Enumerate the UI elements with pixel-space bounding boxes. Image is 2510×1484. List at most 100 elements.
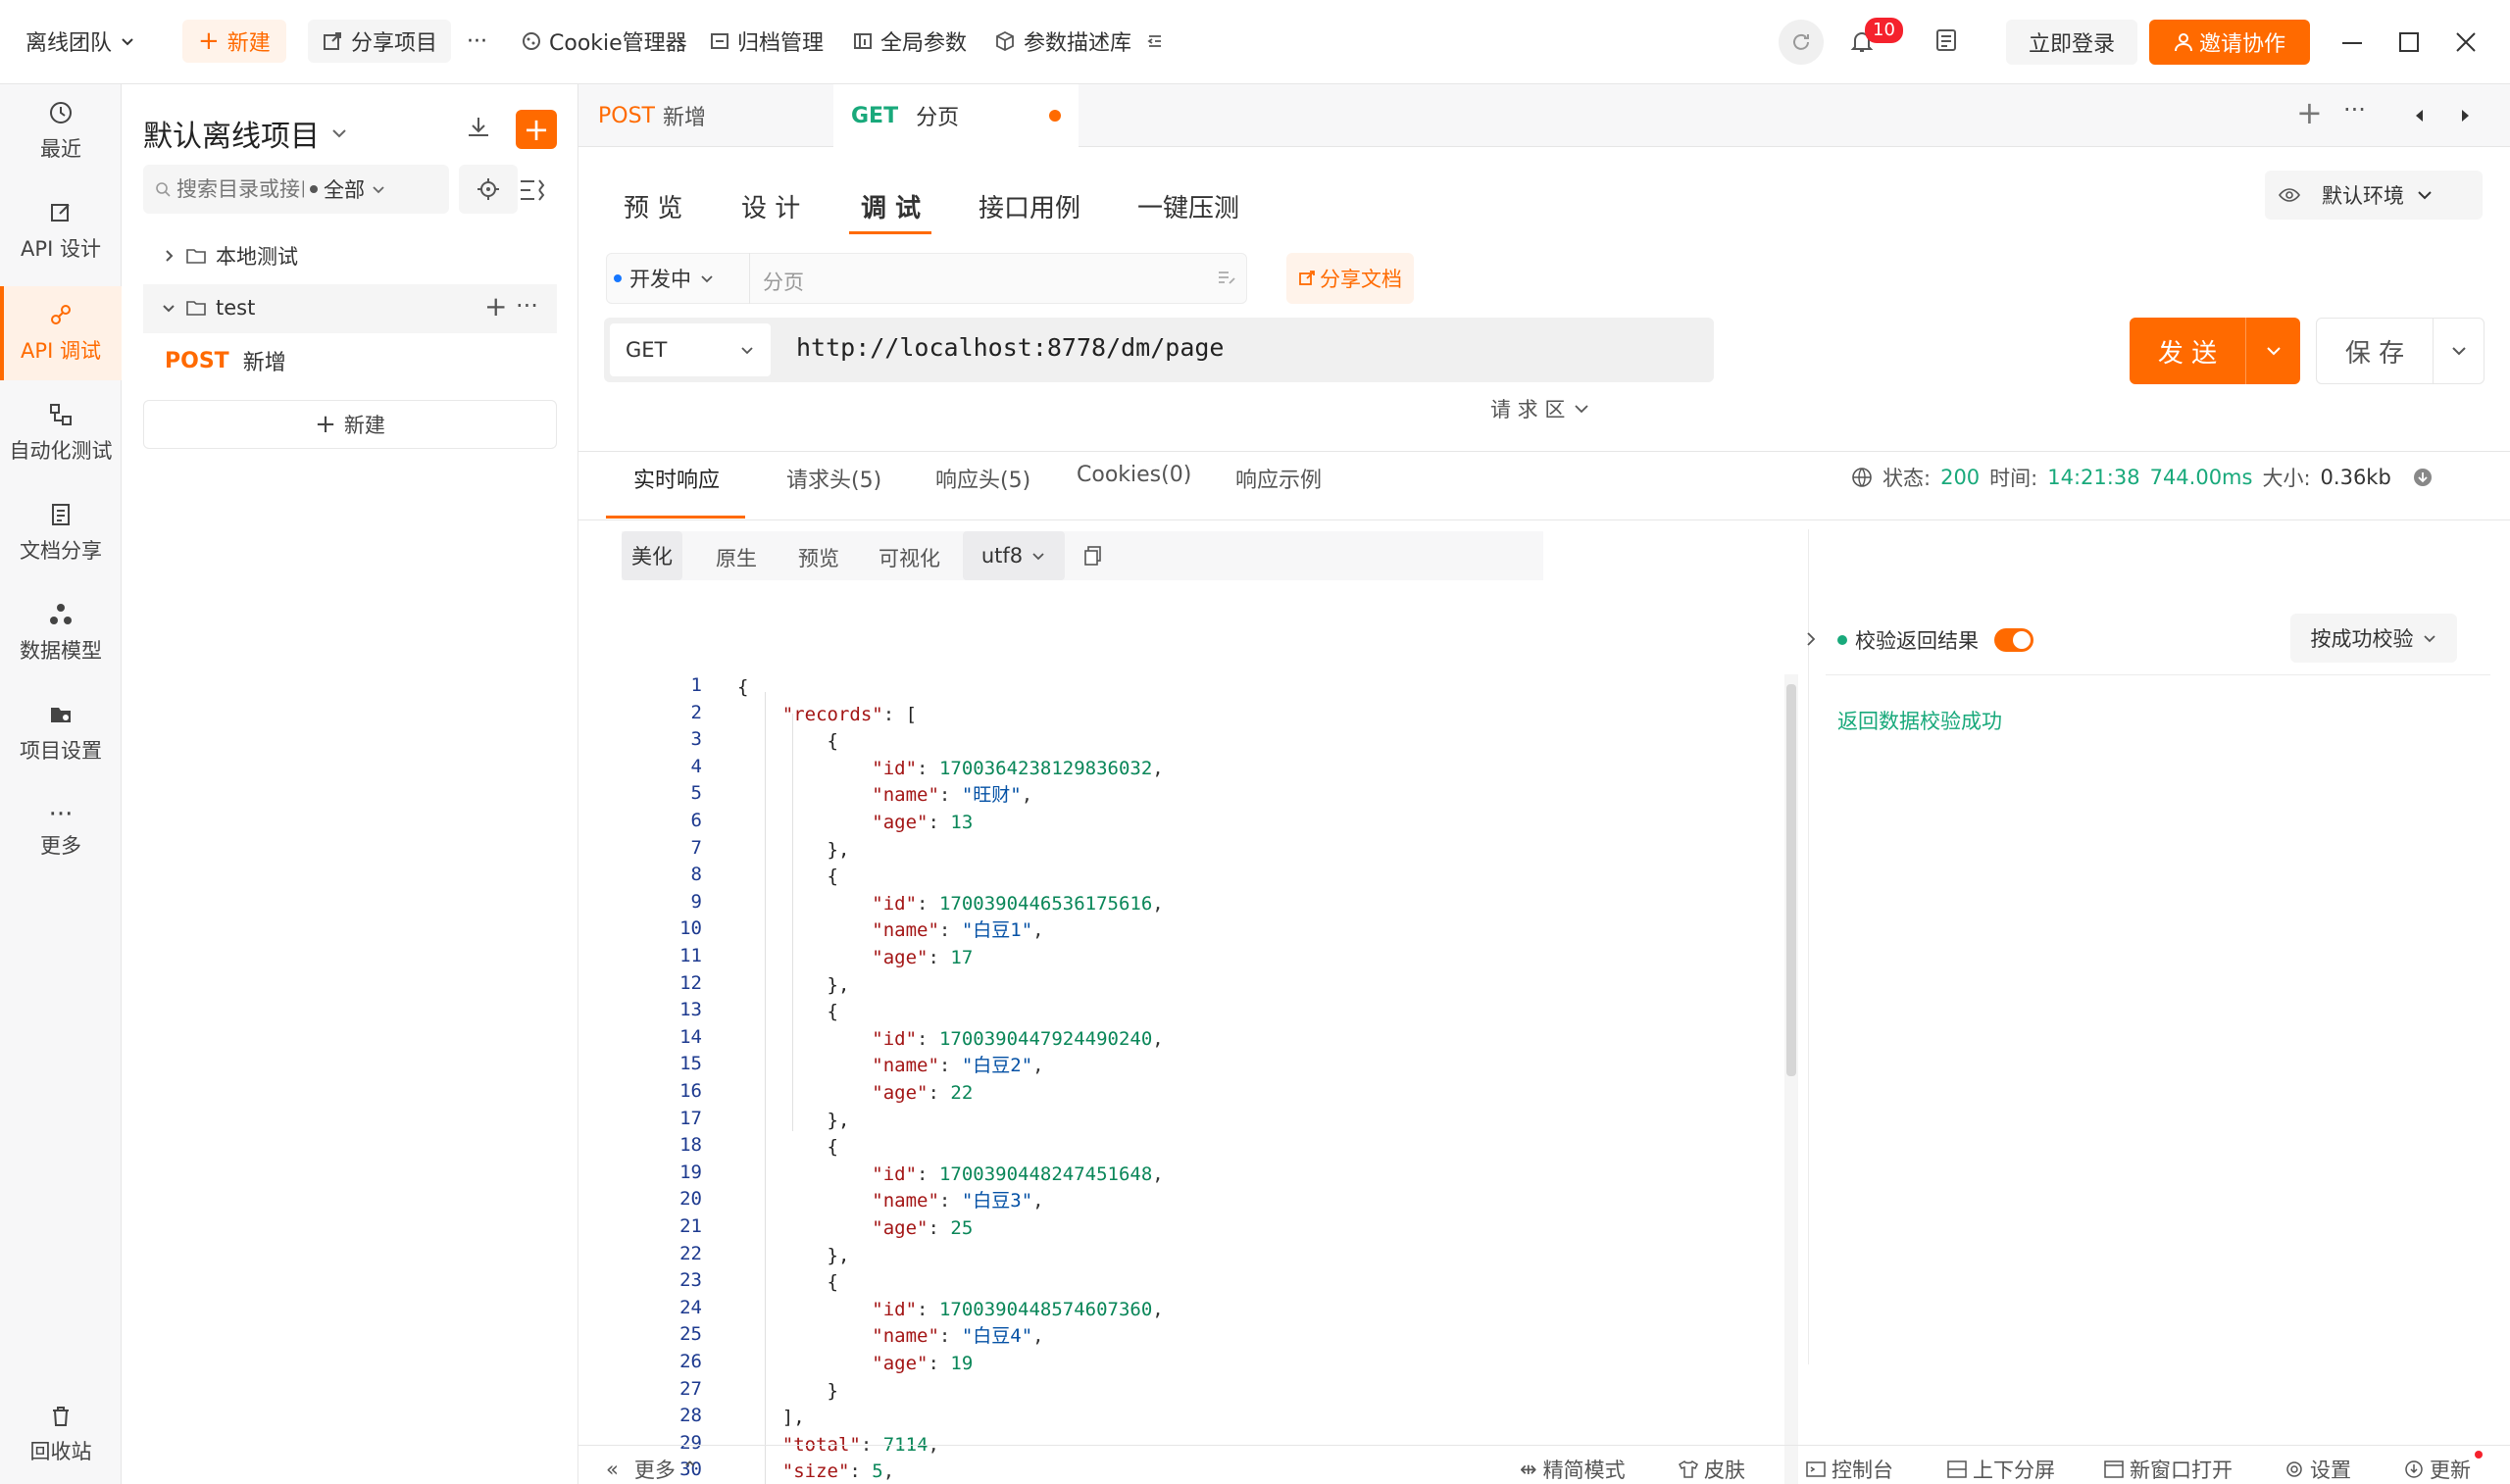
rail-item-api-design[interactable]: API 设计 [0, 184, 122, 278]
close-button[interactable] [2453, 29, 2479, 55]
view-visualize[interactable]: 可视化 [878, 543, 940, 572]
tab-get-page[interactable]: GET 分页 [833, 84, 1079, 147]
share-project-button[interactable]: 分享项目 [308, 20, 452, 63]
rail-label: 更多 [40, 834, 81, 858]
tree-new-button[interactable]: + 新建 [143, 400, 557, 449]
status-select[interactable]: 开发中 [614, 253, 715, 304]
send-button[interactable]: 发 送 [2130, 318, 2300, 384]
resp-tab-request-headers[interactable]: 请求头(5) [786, 463, 881, 494]
line-number: 26 [679, 1351, 702, 1372]
rail-item-doc-share[interactable]: 文档分享 [0, 486, 122, 580]
add-child-icon[interactable]: + [484, 290, 507, 322]
active-subtab-indicator [849, 231, 931, 234]
invite-button[interactable]: 邀请协作 [2149, 20, 2310, 65]
more-menu[interactable]: ··· [467, 20, 487, 63]
folder-more-icon[interactable]: ··· [516, 292, 538, 320]
request-area-toggle[interactable]: 请 求 区 [1490, 394, 1590, 423]
api-name-input[interactable]: 分页 [763, 267, 804, 296]
tab-next-icon[interactable] [2457, 108, 2473, 124]
save-button[interactable]: 保 存 [2316, 318, 2485, 384]
notification-button[interactable]: 10 [1847, 18, 1903, 61]
search-input[interactable] [176, 177, 304, 201]
subtab-cases[interactable]: 接口用例 [979, 182, 1080, 229]
update-button[interactable]: 更新 [2404, 1451, 2483, 1484]
import-icon[interactable] [465, 114, 492, 141]
archive-button[interactable]: 归档管理 [710, 20, 824, 63]
code-line: } [737, 1379, 838, 1402]
add-tab-icon[interactable]: + [2296, 94, 2323, 131]
tree-folder-local-test[interactable]: 本地测试 [161, 241, 298, 271]
project-selector[interactable]: 默认离线项目 [143, 112, 349, 155]
method-select[interactable]: GET [610, 323, 771, 376]
resp-tab-response-headers[interactable]: 响应头(5) [935, 463, 1030, 494]
eye-icon [2279, 188, 2300, 202]
new-button[interactable]: + 新建 [182, 20, 286, 63]
url-input[interactable]: http://localhost:8778/dm/page [796, 333, 1225, 362]
copy-icon[interactable] [1082, 545, 1104, 567]
validate-mode-select[interactable]: 按成功校验 [2290, 614, 2457, 663]
login-button[interactable]: 立即登录 [2006, 20, 2137, 65]
resp-tab-examples[interactable]: 响应示例 [1235, 463, 1322, 494]
minimize-button[interactable] [2339, 29, 2365, 55]
subtab-preview[interactable]: 预 览 [624, 182, 682, 229]
rail-item-project-settings[interactable]: 项目设置 [0, 686, 122, 780]
window-icon [2104, 1460, 2124, 1478]
validate-switch[interactable] [1994, 628, 2033, 652]
tree-folder-test[interactable]: test + ··· [143, 284, 557, 333]
console-button[interactable]: 控制台 [1806, 1455, 1893, 1484]
view-preview[interactable]: 预览 [798, 543, 839, 572]
download-icon[interactable] [2413, 468, 2433, 487]
chevron-down-icon[interactable] [2264, 341, 2284, 361]
global-params-button[interactable]: 全局参数 [853, 20, 967, 63]
locate-button[interactable] [459, 165, 518, 214]
line-number: 21 [679, 1215, 702, 1237]
chevron-down-icon[interactable] [2449, 341, 2469, 361]
collapse-panel-icon[interactable] [1804, 629, 1818, 649]
filter-select[interactable]: 全部 [324, 174, 365, 204]
code-line: "age": 17 [872, 947, 974, 968]
rail-item-automation[interactable]: 自动化测试 [0, 386, 122, 480]
tab-post-new[interactable]: POST 新增 [578, 84, 833, 147]
share-doc-button[interactable]: 分享文档 [1286, 253, 1414, 304]
sync-button[interactable] [1779, 20, 1824, 65]
collapse-toolbar-icon[interactable] [1145, 20, 1165, 63]
resp-tab-cookies[interactable]: Cookies(0) [1077, 463, 1191, 487]
cookie-manager-button[interactable]: Cookie管理器 [522, 20, 687, 63]
rail-item-api-debug[interactable]: API 调试 [0, 286, 122, 380]
team-selector[interactable]: 离线团队 [25, 20, 135, 63]
bottom-label: 新窗口打开 [2130, 1459, 2233, 1482]
resp-tab-realtime[interactable]: 实时响应 [633, 463, 720, 494]
add-button[interactable]: + [516, 110, 557, 149]
environment-select[interactable]: 默认环境 [2265, 171, 2483, 220]
tab-prev-icon[interactable] [2412, 108, 2428, 124]
line-number: 25 [679, 1323, 702, 1346]
rail-item-recent[interactable]: 最近 [0, 84, 122, 178]
scrollbar-thumb[interactable] [1786, 684, 1796, 1076]
subtab-debug[interactable]: 调 试 [861, 182, 921, 229]
search-box[interactable]: 全部 [143, 165, 449, 214]
bottom-more-toggle[interactable]: « 更多 ⌃ [606, 1455, 698, 1484]
tab-more-icon[interactable]: ··· [2343, 96, 2366, 124]
encoding-select[interactable]: utf8 [963, 531, 1065, 580]
skin-button[interactable]: 皮肤 [1679, 1455, 1745, 1484]
tree-api-post-new[interactable]: POST 新增 [165, 345, 286, 376]
view-raw[interactable]: 原生 [716, 543, 757, 572]
rail-item-trash[interactable]: 回收站 [0, 1388, 122, 1482]
maximize-button[interactable] [2396, 29, 2422, 55]
settings-button[interactable]: 设置 [2284, 1455, 2351, 1484]
rail-item-data-model[interactable]: 数据模型 [0, 586, 122, 680]
view-beautify[interactable]: 美化 [622, 531, 682, 580]
code-line: ], [737, 1407, 805, 1429]
new-window-button[interactable]: 新窗口打开 [2104, 1455, 2233, 1484]
notes-icon[interactable] [1933, 27, 1959, 53]
collapse-all-icon[interactable] [518, 176, 545, 204]
param-lib-button[interactable]: 参数描述库 [994, 20, 1131, 63]
edit-description-icon[interactable] [1216, 267, 1237, 288]
rail-item-more[interactable]: ··· 更多 [0, 786, 122, 880]
editor-scrollbar[interactable] [1784, 674, 1798, 1484]
split-view-button[interactable]: 上下分屏 [1947, 1455, 2055, 1484]
subtab-stress-test[interactable]: 一键压测 [1137, 182, 1239, 229]
subtab-design[interactable]: 设 计 [741, 182, 800, 229]
response-code-editor[interactable]: 1{2 "records": [3 {4 "id": 1700364238129… [618, 674, 1696, 1484]
simple-mode-button[interactable]: ⇹ 精简模式 [1520, 1455, 1626, 1484]
